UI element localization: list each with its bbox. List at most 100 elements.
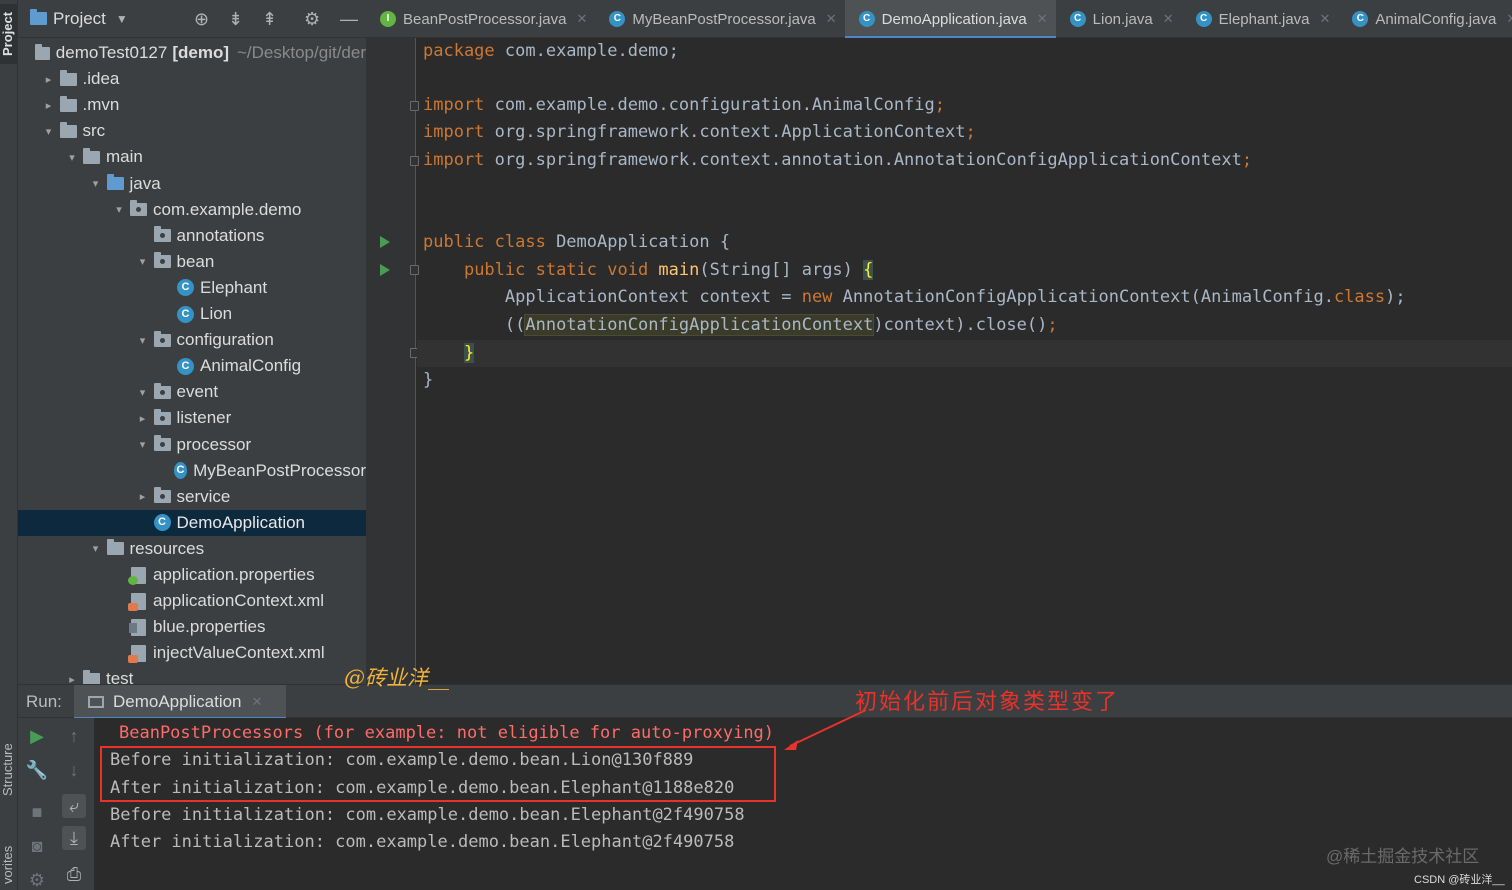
chevron-down-icon[interactable]: ▾ bbox=[42, 125, 56, 138]
tree-item[interactable]: injectValueContext.xml bbox=[18, 640, 366, 666]
print-icon[interactable]: ⎙ bbox=[62, 862, 86, 886]
close-icon[interactable]: ✕ bbox=[252, 694, 263, 710]
locate-icon[interactable]: ⊕ bbox=[194, 9, 209, 30]
chevron-right-icon[interactable]: ▸ bbox=[42, 73, 56, 86]
tree-item[interactable]: ▾ src bbox=[18, 118, 366, 144]
tree-item-label: DemoApplication bbox=[176, 512, 306, 532]
close-icon[interactable]: ✕ bbox=[576, 11, 587, 27]
chevron-down-icon[interactable]: ▾ bbox=[136, 386, 150, 399]
tree-item[interactable]: C Lion bbox=[18, 301, 366, 327]
tree-item[interactable]: ▾ java bbox=[18, 171, 366, 197]
scroll-to-end-icon[interactable]: ⤓ bbox=[62, 826, 86, 850]
structure-tool-tab[interactable]: Structure bbox=[0, 730, 18, 810]
tree-item[interactable]: ▾ com.example.demo bbox=[18, 197, 366, 223]
fold-imports-icon[interactable] bbox=[410, 101, 419, 111]
fold-method-icon[interactable] bbox=[410, 265, 419, 275]
tree-item-label: service bbox=[176, 486, 231, 506]
run-config-tab[interactable]: DemoApplication ✕ bbox=[74, 685, 286, 720]
project-view-title[interactable]: Project bbox=[53, 9, 106, 29]
chevron-down-icon[interactable]: ▾ bbox=[65, 151, 79, 164]
tree-item[interactable]: C DemoApplication bbox=[18, 509, 366, 536]
chevron-down-icon[interactable]: ▾ bbox=[89, 542, 103, 555]
project-tool-tab[interactable]: Project bbox=[0, 4, 18, 64]
code-line-class-decl: public class DemoApplication { bbox=[423, 232, 731, 252]
tree-item[interactable]: ▾ processor bbox=[18, 432, 366, 458]
tree-item[interactable]: ▾ main bbox=[18, 144, 366, 170]
tree-item-label: resources bbox=[129, 538, 205, 558]
editor-tab[interactable]: C Elephant.java ✕ bbox=[1182, 0, 1339, 38]
run-class-icon[interactable] bbox=[380, 236, 390, 248]
tree-item[interactable]: C MyBeanPostProcessor bbox=[18, 458, 366, 484]
tree-item-label: AnimalConfig bbox=[200, 356, 302, 376]
chevron-down-icon[interactable]: ▾ bbox=[112, 203, 126, 216]
close-icon[interactable]: ✕ bbox=[826, 11, 837, 27]
editor-tab[interactable]: C Lion.java ✕ bbox=[1056, 0, 1182, 38]
code-line-main-decl: public static void main(String[] args) { bbox=[463, 260, 874, 280]
note-annotation: 初始化前后对象类型变了 bbox=[855, 690, 1120, 715]
collapse-all-icon[interactable]: ⇞ bbox=[262, 9, 277, 30]
tree-item[interactable]: C Elephant bbox=[18, 275, 366, 301]
package-icon bbox=[153, 408, 171, 425]
hide-panel-icon[interactable]: — bbox=[340, 9, 358, 30]
fold-imports-end-icon[interactable] bbox=[410, 156, 419, 166]
class-icon: C bbox=[1069, 11, 1086, 27]
chevron-right-icon[interactable]: ▸ bbox=[42, 99, 56, 112]
scroll-up-icon[interactable]: ↑ bbox=[62, 724, 86, 748]
close-icon[interactable]: ✕ bbox=[1037, 11, 1048, 27]
chevron-down-icon[interactable]: ▾ bbox=[136, 438, 150, 451]
chevron-down-icon[interactable]: ▾ bbox=[136, 334, 150, 347]
tree-item[interactable]: ▾ bean bbox=[18, 249, 366, 275]
tree-item[interactable]: ▸ .mvn bbox=[18, 92, 366, 118]
code-line-package: package com.example.demo; bbox=[423, 41, 679, 61]
tree-item[interactable]: blue.properties bbox=[18, 614, 366, 640]
tree-item[interactable]: ▸ service bbox=[18, 484, 366, 510]
camera-icon[interactable]: ◙ bbox=[25, 834, 49, 858]
tree-item[interactable]: ▸ listener bbox=[18, 405, 366, 431]
gear-icon[interactable]: ⚙ bbox=[304, 9, 320, 30]
tree-item[interactable]: ▸ test bbox=[18, 666, 366, 684]
editor-tab[interactable]: I BeanPostProcessor.java ✕ bbox=[366, 0, 595, 38]
tree-item-label: Lion bbox=[200, 304, 233, 323]
console-line: After initialization: com.example.demo.b… bbox=[110, 832, 735, 853]
rerun-icon[interactable]: ▶ bbox=[25, 724, 49, 748]
tree-item[interactable]: ▾ resources bbox=[18, 536, 366, 562]
chevron-right-icon[interactable]: ▸ bbox=[65, 673, 79, 684]
editor-tab[interactable]: C AnimalConfig.java ✕ bbox=[1338, 0, 1512, 38]
settings-icon[interactable]: ⚙ bbox=[25, 868, 49, 890]
close-icon[interactable]: ✕ bbox=[1506, 11, 1512, 27]
close-icon[interactable]: ✕ bbox=[1320, 11, 1331, 27]
class-icon: C bbox=[177, 357, 194, 375]
chevron-right-icon[interactable]: ▸ bbox=[136, 412, 150, 425]
editor-tab[interactable]: C MyBeanPostProcessor.java ✕ bbox=[595, 0, 844, 38]
tree-item-label: com.example.demo bbox=[153, 199, 302, 219]
module-name-label: [demo] bbox=[172, 43, 229, 62]
tree-item[interactable]: demoTest0127 [demo] ~/Desktop/git/der bbox=[18, 40, 366, 66]
tree-item[interactable]: application.properties bbox=[18, 562, 366, 588]
tree-item[interactable]: C AnimalConfig bbox=[18, 353, 366, 379]
tree-item[interactable]: ▾ event bbox=[18, 379, 366, 405]
close-icon[interactable]: ✕ bbox=[1163, 11, 1174, 27]
console-icon bbox=[88, 696, 104, 708]
run-main-icon[interactable] bbox=[380, 264, 390, 276]
expand-all-icon[interactable]: ⇟ bbox=[228, 9, 243, 30]
tree-item[interactable]: ▾ configuration bbox=[18, 327, 366, 353]
wrench-icon[interactable]: 🔧 bbox=[25, 758, 49, 782]
code-editor[interactable]: package com.example.demo; import com.exa… bbox=[366, 38, 1512, 684]
run-panel-header: Run: DemoApplication ✕ bbox=[18, 684, 1512, 720]
chevron-right-icon[interactable]: ▸ bbox=[136, 490, 150, 503]
favorites-tool-tab[interactable]: vorites bbox=[0, 840, 18, 890]
tree-item[interactable]: ▸ .idea bbox=[18, 66, 366, 92]
tree-item[interactable]: applicationContext.xml bbox=[18, 588, 366, 614]
tree-item-label: listener bbox=[176, 408, 232, 428]
chevron-down-icon[interactable]: ▼ bbox=[116, 12, 128, 26]
editor-tab[interactable]: C DemoApplication.java ✕ bbox=[844, 0, 1056, 39]
chevron-down-icon[interactable]: ▾ bbox=[89, 177, 103, 190]
scroll-down-icon[interactable]: ↓ bbox=[62, 758, 86, 782]
code-line-import-1: import com.example.demo.configuration.An… bbox=[423, 95, 946, 115]
tree-item[interactable]: annotations bbox=[18, 223, 366, 249]
tree-item-label: java bbox=[129, 173, 161, 193]
soft-wrap-icon[interactable]: ⤶ bbox=[62, 794, 86, 818]
stop-icon[interactable]: ■ bbox=[25, 800, 49, 824]
code-line-stmt-1: ApplicationContext context = new Annotat… bbox=[504, 287, 1406, 307]
chevron-down-icon[interactable]: ▾ bbox=[136, 255, 150, 268]
